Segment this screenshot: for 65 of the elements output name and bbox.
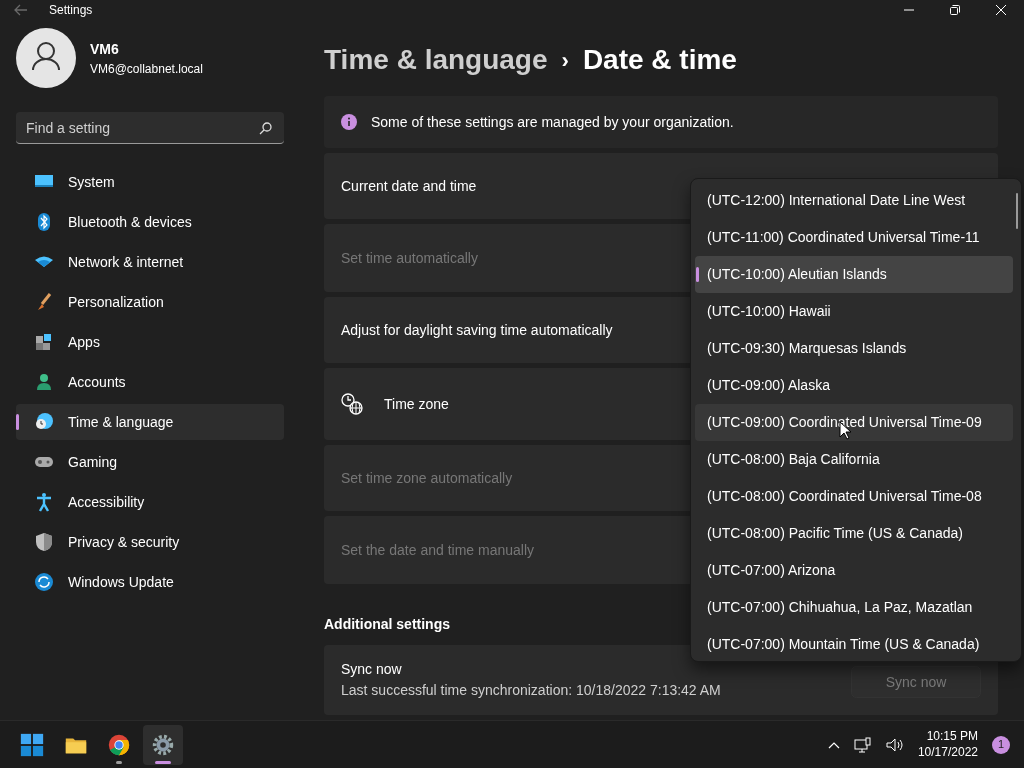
setting-label: Current date and time xyxy=(341,176,477,196)
sidebar-item[interactable]: Bluetooth & devices xyxy=(16,204,284,240)
sync-arrows-icon xyxy=(34,572,54,592)
breadcrumb-separator: › xyxy=(561,46,569,75)
sidebar-item[interactable]: Apps xyxy=(16,324,284,360)
clock-date[interactable]: 10/17/2022 xyxy=(917,744,978,761)
time-zone-option[interactable]: (UTC-07:00) Chihuahua, La Paz, Mazatlan xyxy=(695,589,1013,626)
restore-icon[interactable] xyxy=(950,5,960,15)
search-field[interactable]: Find a setting xyxy=(16,112,284,144)
running-indicator xyxy=(116,760,122,764)
start-icon[interactable] xyxy=(19,731,45,758)
time-zone-option[interactable]: (UTC-08:00) Pacific Time (US & Canada) xyxy=(695,515,1013,552)
sidebar-item[interactable]: Accounts xyxy=(16,364,284,400)
sync-title: Sync now xyxy=(341,660,403,679)
close-icon[interactable] xyxy=(996,5,1006,15)
network-icon[interactable] xyxy=(853,736,872,753)
notice-text: Some of these settings are managed by your organization. xyxy=(371,112,734,132)
apps-grid-icon xyxy=(34,332,54,352)
breadcrumb-parent[interactable]: Time & language xyxy=(324,39,548,81)
setting-label: Adjust for daylight saving time automatically xyxy=(341,320,613,340)
person-icon xyxy=(34,372,54,392)
avatar-icon xyxy=(16,28,76,88)
sidebar-item[interactable]: Accessibility xyxy=(16,484,284,520)
time-zone-option[interactable]: (UTC-07:00) Arizona xyxy=(695,552,1013,589)
sidebar-item[interactable]: System xyxy=(16,164,284,200)
account-name: VM6 xyxy=(90,39,120,59)
globe-clock-icon xyxy=(34,412,54,432)
time-zone-option[interactable]: (UTC-09:30) Marquesas Islands xyxy=(695,330,1013,367)
sidebar-item[interactable]: Network & internet xyxy=(16,244,284,280)
accessibility-icon xyxy=(34,492,54,512)
sidebar-item[interactable]: Personalization xyxy=(16,284,284,320)
setting-label: Set time automatically xyxy=(341,248,478,268)
account-email: VM6@collabnet.local xyxy=(90,60,203,78)
clock-time[interactable]: 10:15 PM xyxy=(917,728,978,745)
window-title: Settings xyxy=(49,2,93,19)
clock-globe-icon xyxy=(341,393,363,415)
setting-label: Time zone xyxy=(384,394,449,414)
time-zone-option[interactable]: (UTC-09:00) Alaska xyxy=(695,367,1013,404)
time-zone-option[interactable]: (UTC-08:00) Baja California xyxy=(695,441,1013,478)
sidebar-item[interactable]: Windows Update xyxy=(16,564,284,600)
notification-badge[interactable]: 1 xyxy=(992,735,1010,754)
sidebar-item[interactable]: Privacy & security xyxy=(16,524,284,560)
volume-icon[interactable] xyxy=(885,736,904,753)
time-zone-option[interactable]: (UTC-10:00) Hawaii xyxy=(695,293,1013,330)
sidebar-item[interactable]: Time & language xyxy=(16,404,284,440)
time-zone-option[interactable]: (UTC-10:00) Aleutian Islands xyxy=(695,256,1013,293)
sync-detail: Last successful time synchronization: 10/18/2022 7:13:42 AM xyxy=(341,681,721,700)
taskbar-app[interactable] xyxy=(142,724,183,765)
time-zone-option[interactable]: (UTC-08:00) Coordinated Universal Time-08 xyxy=(695,478,1013,515)
info-icon xyxy=(341,114,357,130)
running-indicator xyxy=(154,760,171,764)
setting-label: Set the date and time manually xyxy=(341,540,534,560)
time-zone-option[interactable]: (UTC-11:00) Coordinated Universal Time-11 xyxy=(695,219,1013,256)
scrollbar-thumb[interactable] xyxy=(1016,193,1018,229)
time-zone-option[interactable]: (UTC-12:00) International Date Line West xyxy=(695,182,1013,219)
back-arrow-icon[interactable] xyxy=(14,4,28,16)
search-icon[interactable] xyxy=(259,122,272,135)
chevron-up-icon[interactable] xyxy=(827,740,840,749)
section-heading: Additional settings xyxy=(324,615,451,634)
shield-icon xyxy=(34,532,54,552)
page-title: Date & time xyxy=(582,43,737,77)
time-zone-option[interactable]: (UTC-07:00) Mountain Time (US & Canada) xyxy=(695,626,1013,663)
time-zone-option[interactable]: (UTC-09:00) Coordinated Universal Time-09 xyxy=(695,404,1013,441)
setting-label: Set time zone automatically xyxy=(341,468,513,488)
sidebar-item[interactable]: Gaming xyxy=(16,444,284,480)
